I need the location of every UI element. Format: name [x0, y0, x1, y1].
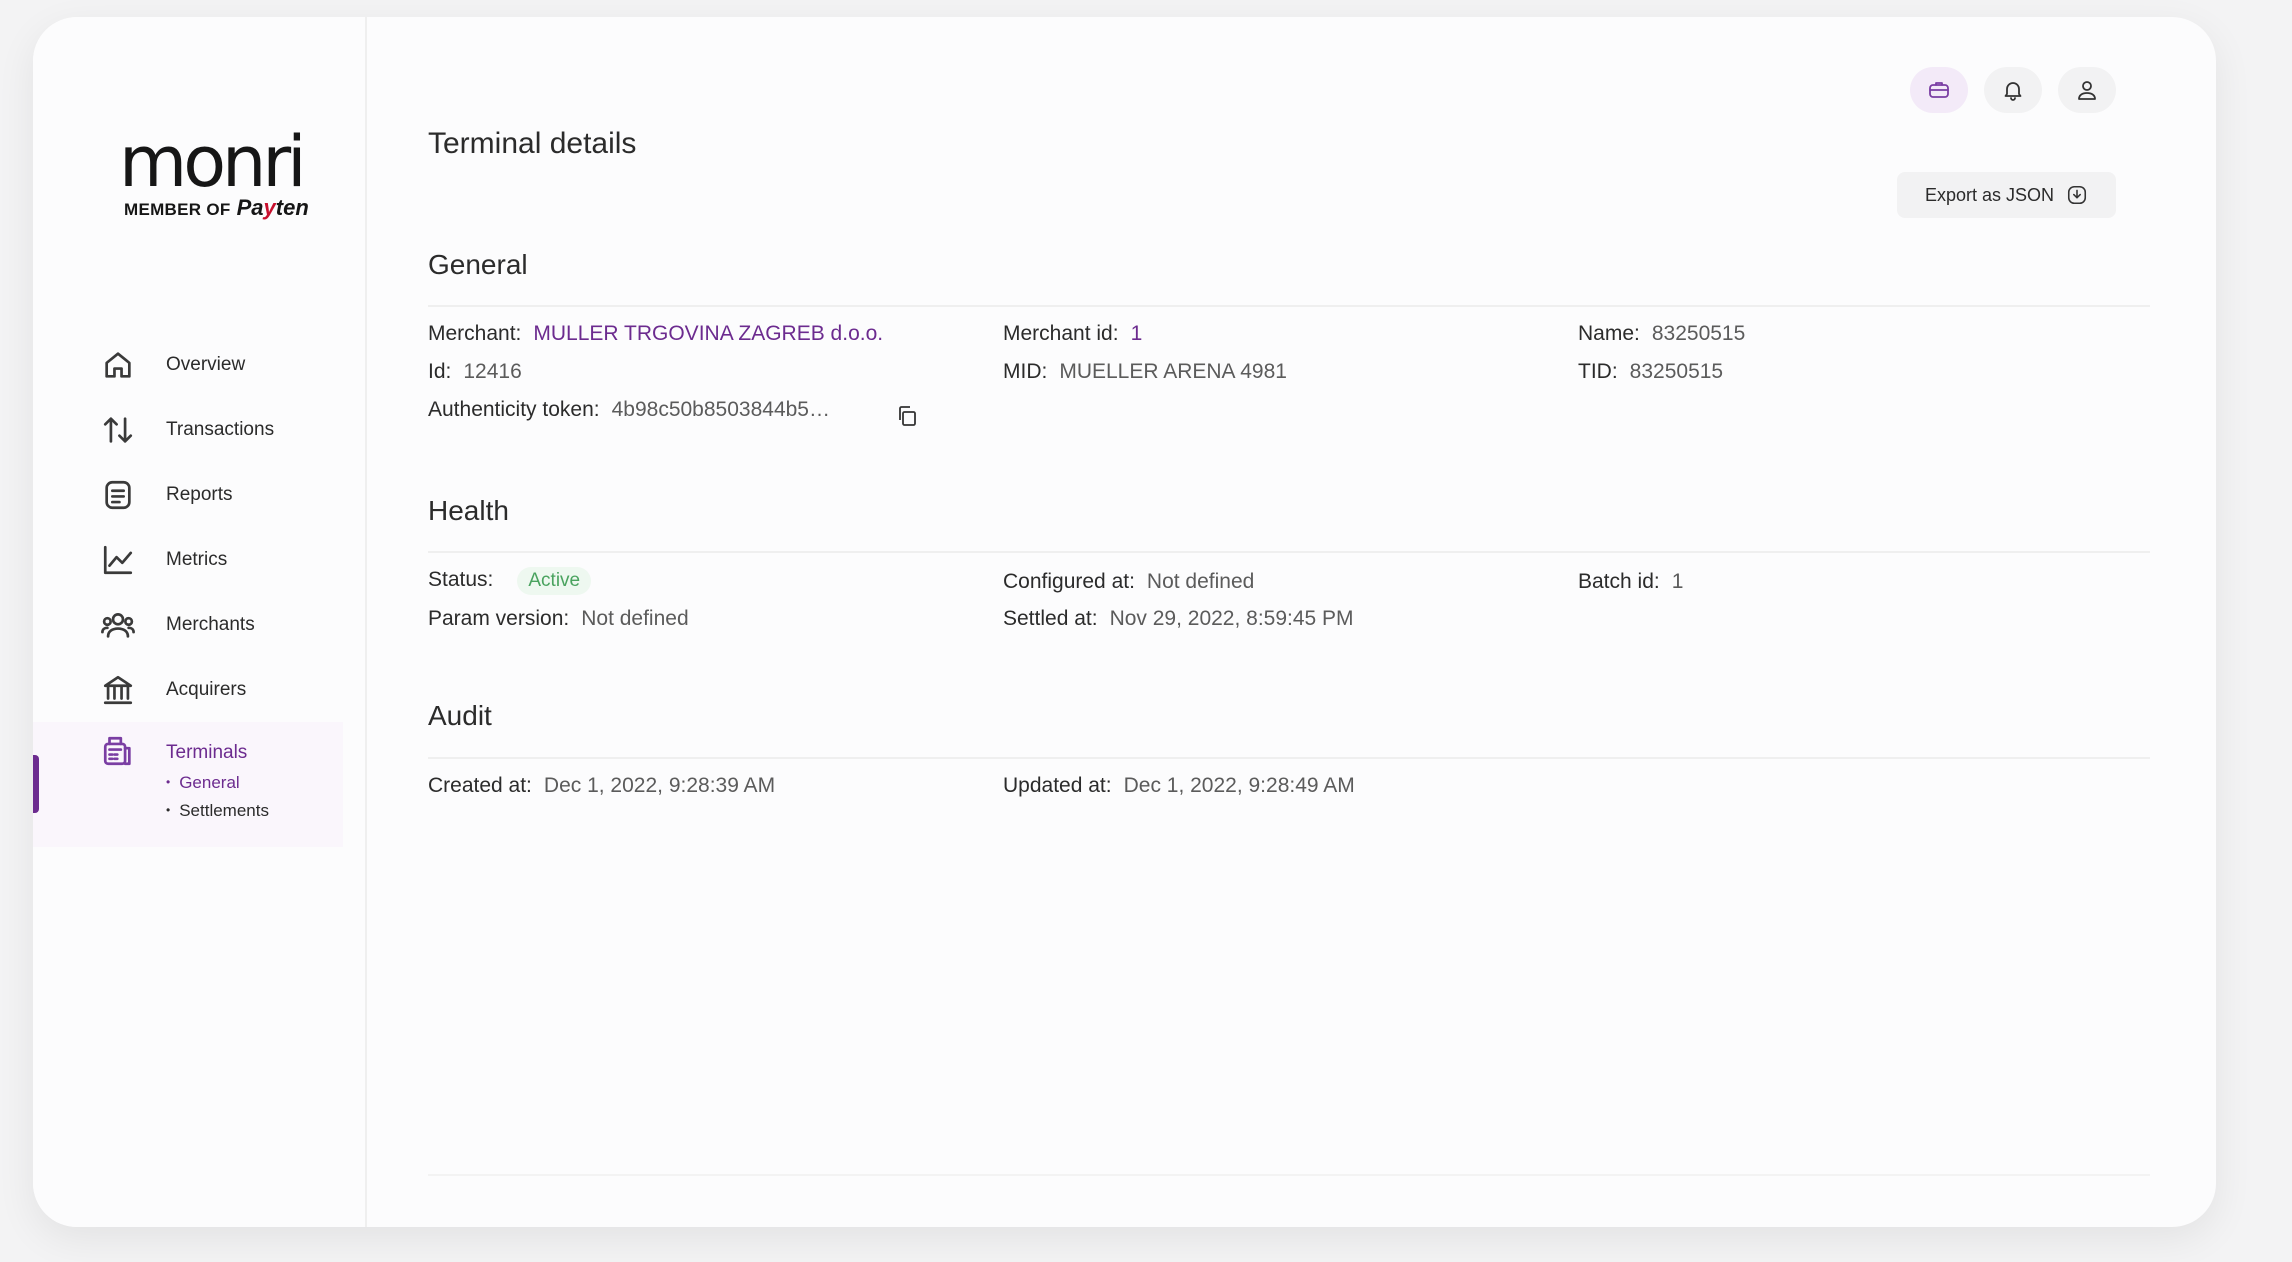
field-merchant-id: Merchant id: 1 [1003, 322, 1142, 346]
sidebar-item-terminals[interactable]: Terminals General Settlements [33, 722, 343, 847]
users-icon [101, 608, 135, 642]
field-label: Created at: [428, 774, 532, 797]
app-window: monri MEMBER OF Payten Overview Transacti… [33, 17, 2216, 1227]
field-label: Status: [428, 568, 494, 591]
field-param-version: Param version: Not defined [428, 607, 689, 631]
sidebar-item-label: Metrics [166, 548, 228, 570]
arrows-up-down-icon [101, 413, 135, 447]
field-value: 83250515 [1629, 360, 1724, 383]
active-indicator [33, 755, 39, 813]
field-mid: MID: MUELLER ARENA 4981 [1003, 360, 1287, 384]
field-settled-at: Settled at: Nov 29, 2022, 8:59:45 PM [1003, 607, 1354, 631]
field-batch-id: Batch id: 1 [1578, 570, 1683, 594]
field-value: Not defined [581, 607, 689, 630]
field-label: Merchant: [428, 322, 522, 345]
field-label: Name: [1578, 322, 1640, 345]
payten-wordmark: Payten [237, 195, 309, 220]
content-bottom-divider [428, 1174, 2150, 1176]
sidebar-item-transactions[interactable]: Transactions [33, 397, 343, 462]
notifications-button[interactable] [1984, 67, 2042, 113]
field-label: Param version: [428, 607, 570, 630]
divider [428, 551, 2150, 553]
field-value: MUELLER ARENA 4981 [1059, 360, 1287, 383]
monri-logo[interactable]: monri MEMBER OF Payten [119, 127, 309, 221]
payten-ten: ten [275, 195, 309, 220]
logo-tagline: MEMBER OF Payten [124, 195, 309, 221]
sidebar-item-acquirers[interactable]: Acquirers [33, 657, 343, 722]
sidebar-subitem-settlements[interactable]: Settlements [166, 801, 269, 821]
field-value: 83250515 [1651, 322, 1746, 345]
field-value: 12416 [463, 360, 522, 383]
user-icon [2078, 81, 2096, 100]
logo-wordmark: monri [119, 121, 307, 203]
payten-pa: Pa [236, 195, 264, 220]
top-toolbar [1910, 67, 2116, 113]
sidebar-item-metrics[interactable]: Metrics [33, 527, 343, 592]
profile-button[interactable] [2058, 67, 2116, 113]
field-status: Status: Active [428, 567, 592, 595]
field-value: Not defined [1146, 570, 1255, 593]
copy-icon[interactable] [895, 404, 919, 428]
field-label: Configured at: [1003, 570, 1135, 593]
section-title-health: Health [428, 495, 509, 526]
page-title: Terminal details [428, 127, 637, 160]
sidebar-item-label: Transactions [166, 418, 275, 440]
sidebar-item-label: Reports [166, 483, 233, 505]
sidebar-subitem-general[interactable]: General [166, 773, 239, 793]
sidebar-item-label: Overview [166, 353, 246, 375]
field-created-at: Created at: Dec 1, 2022, 9:28:39 AM [428, 774, 775, 798]
bank-icon [101, 673, 135, 707]
export-json-label: Export as JSON [1924, 184, 2055, 205]
section-title-audit: Audit [428, 700, 492, 731]
logo-member-of: MEMBER OF [124, 200, 231, 219]
field-value: 1 [1671, 570, 1684, 593]
bell-icon [2004, 82, 2022, 101]
main-content: Terminal details Export as JSON General … [428, 17, 2188, 1227]
field-tid: TID: 83250515 [1578, 360, 1723, 384]
field-label: Updated at: [1003, 774, 1112, 797]
field-value: 4b98c50b8503844b5… [611, 398, 830, 421]
field-label: Batch id: [1578, 570, 1660, 593]
field-label: Authenticity token: [428, 398, 600, 421]
field-value: Dec 1, 2022, 9:28:49 AM [1123, 774, 1355, 797]
merchant-link[interactable]: MULLER TRGOVINA ZAGREB d.o.o. [533, 322, 883, 345]
field-label: Merchant id: [1003, 322, 1119, 345]
download-icon [2067, 185, 2087, 205]
field-name: Name: 83250515 [1578, 322, 1745, 346]
sidebar-item-label: Terminals [166, 742, 248, 763]
pos-terminal-icon [101, 734, 135, 768]
document-icon [101, 478, 135, 512]
sidebar-item-label: Merchants [166, 613, 255, 635]
field-label: MID: [1003, 360, 1048, 383]
field-configured-at: Configured at: Not defined [1003, 570, 1254, 594]
field-value: Dec 1, 2022, 9:28:39 AM [543, 774, 776, 797]
status-badge: Active [517, 567, 592, 595]
sidebar-item-reports[interactable]: Reports [33, 462, 343, 527]
field-merchant: Merchant: MULLER TRGOVINA ZAGREB d.o.o. [428, 322, 883, 346]
divider [428, 305, 2150, 307]
briefcase-button[interactable] [1910, 67, 1968, 113]
field-label: Id: [428, 360, 452, 383]
line-chart-icon [101, 543, 135, 577]
sidebar: monri MEMBER OF Payten Overview Transacti… [33, 17, 367, 1227]
briefcase-icon [1929, 82, 1949, 98]
sidebar-item-overview[interactable]: Overview [33, 332, 343, 397]
merchant-id-link[interactable]: 1 [1131, 322, 1143, 345]
field-authenticity-token: Authenticity token: 4b98c50b8503844b5… [428, 398, 830, 422]
sidebar-item-merchants[interactable]: Merchants [33, 592, 343, 657]
field-label: TID: [1578, 360, 1618, 383]
sidebar-item-label: Acquirers [166, 678, 247, 700]
field-id: Id: 12416 [428, 360, 522, 384]
divider [428, 757, 2150, 759]
home-icon [101, 348, 135, 382]
field-label: Settled at: [1003, 607, 1098, 630]
payten-y: y [263, 195, 276, 220]
sidebar-nav: Overview Transactions Reports Metrics Me… [33, 332, 343, 847]
field-value: Nov 29, 2022, 8:59:45 PM [1109, 607, 1354, 630]
field-updated-at: Updated at: Dec 1, 2022, 9:28:49 AM [1003, 774, 1355, 798]
export-json-button[interactable]: Export as JSON [1897, 172, 2116, 218]
section-title-general: General [428, 249, 528, 280]
